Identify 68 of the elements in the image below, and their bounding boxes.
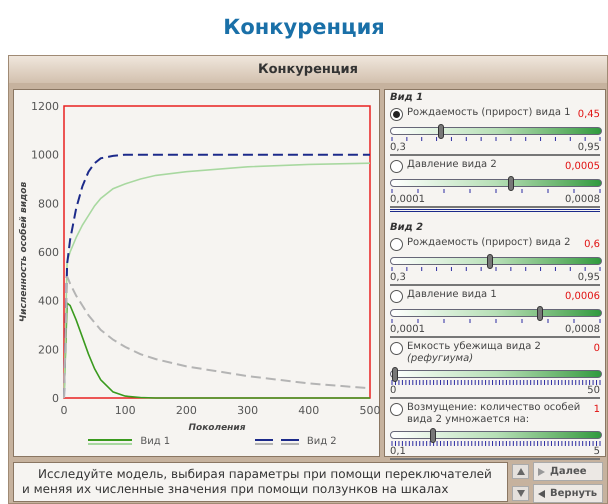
slider-thumb[interactable] bbox=[438, 124, 444, 139]
slider-min-label: 0,0001 bbox=[390, 325, 425, 335]
x-axis-label: Поколения bbox=[188, 423, 246, 430]
slider-thumb[interactable] bbox=[392, 367, 398, 382]
slider-max-label: 0,0008 bbox=[565, 325, 600, 335]
parameter-value: 1 bbox=[594, 403, 600, 417]
slider-max-label: 0,95 bbox=[578, 143, 600, 153]
slider-thumb[interactable] bbox=[486, 254, 493, 269]
x-tick-label: 300 bbox=[237, 404, 258, 417]
y-tick-label: 600 bbox=[38, 246, 59, 259]
y-tick-label: 1000 bbox=[31, 148, 59, 162]
parameter-label: Давление вида 1 bbox=[407, 289, 498, 301]
parameter-value: 0 bbox=[594, 342, 600, 356]
slider-max-label: 0,0008 bbox=[565, 195, 600, 205]
slider-min-label: 0,0001 bbox=[390, 195, 425, 205]
slider-min-label: 0,1 bbox=[390, 447, 406, 457]
parameter-note: (рефугиума) bbox=[407, 353, 474, 365]
down-arrow-icon bbox=[516, 490, 524, 498]
parameter-value: 0,0006 bbox=[565, 290, 600, 304]
x-tick-label: 400 bbox=[298, 404, 320, 417]
y-tick-label: 1200 bbox=[31, 100, 59, 113]
x-tick-label: 100 bbox=[114, 404, 136, 417]
slider-max-label: 50 bbox=[587, 386, 600, 396]
slider-thumb[interactable] bbox=[537, 306, 544, 321]
group-title: Вид 1 bbox=[390, 92, 424, 104]
y-tick-label: 800 bbox=[38, 197, 59, 210]
back-icon bbox=[538, 490, 546, 498]
parameter-label: Рождаемость (прирост) вида 1 bbox=[407, 107, 572, 119]
x-tick-label: 0 bbox=[60, 404, 68, 417]
y-tick-label: 0 bbox=[52, 392, 59, 405]
legend-label: Вид 1 bbox=[140, 435, 170, 449]
radio-button[interactable] bbox=[390, 108, 403, 121]
nav-button[interactable]: Вернуть bbox=[533, 484, 603, 503]
parameter-label: Рождаемость (прирост) вида 2 bbox=[407, 237, 572, 249]
scroll-down-button[interactable] bbox=[512, 486, 529, 501]
parameter-value: 0,45 bbox=[578, 108, 600, 122]
y-tick-label: 400 bbox=[38, 294, 59, 308]
slider-min-label: 0,3 bbox=[390, 143, 406, 153]
radio-button[interactable] bbox=[390, 238, 403, 251]
x-tick-label: 200 bbox=[176, 404, 197, 417]
radio-button[interactable] bbox=[390, 160, 403, 173]
radio-button[interactable] bbox=[390, 342, 403, 355]
parameter-value: 0,6 bbox=[584, 238, 600, 252]
slider-thumb[interactable] bbox=[430, 428, 436, 443]
parameter-value: 0,0005 bbox=[565, 160, 600, 174]
slider-max-label: 0,95 bbox=[578, 273, 600, 283]
legend-line-icon bbox=[254, 438, 299, 446]
page-title: Конкуренция bbox=[223, 14, 385, 41]
instruction-text: Исследуйте модель, выбирая параметры при помощи переключателей и меняя их численные значения при помощи ползунков на шкалах bbox=[22, 467, 493, 497]
legend-line-icon bbox=[88, 438, 132, 446]
y-tick-label: 200 bbox=[38, 343, 59, 356]
radio-button[interactable] bbox=[390, 290, 403, 303]
up-arrow-icon bbox=[516, 468, 524, 476]
legend-label: Вид 2 bbox=[306, 435, 337, 449]
slider-min-label: 0 bbox=[390, 386, 396, 396]
group-title: Вид 2 bbox=[390, 222, 424, 234]
play-icon bbox=[538, 468, 546, 476]
slider-max-label: 5 bbox=[594, 447, 600, 457]
parameter-label: Давление вида 2 bbox=[407, 159, 498, 171]
radio-button[interactable] bbox=[390, 403, 403, 416]
scroll-up-button[interactable] bbox=[512, 464, 529, 479]
parameter-label: Возмущение: количество особей вида 2 умножается на: bbox=[407, 402, 582, 426]
y-axis-label: Численность особей видов bbox=[19, 182, 29, 322]
nav-button[interactable]: Далее bbox=[533, 462, 603, 481]
slider-min-label: 0,3 bbox=[390, 273, 406, 283]
slider-thumb[interactable] bbox=[508, 176, 514, 191]
parameter-label: Емкость убежища вида 2 bbox=[407, 341, 542, 353]
panel-title: Конкуренция bbox=[258, 60, 358, 79]
